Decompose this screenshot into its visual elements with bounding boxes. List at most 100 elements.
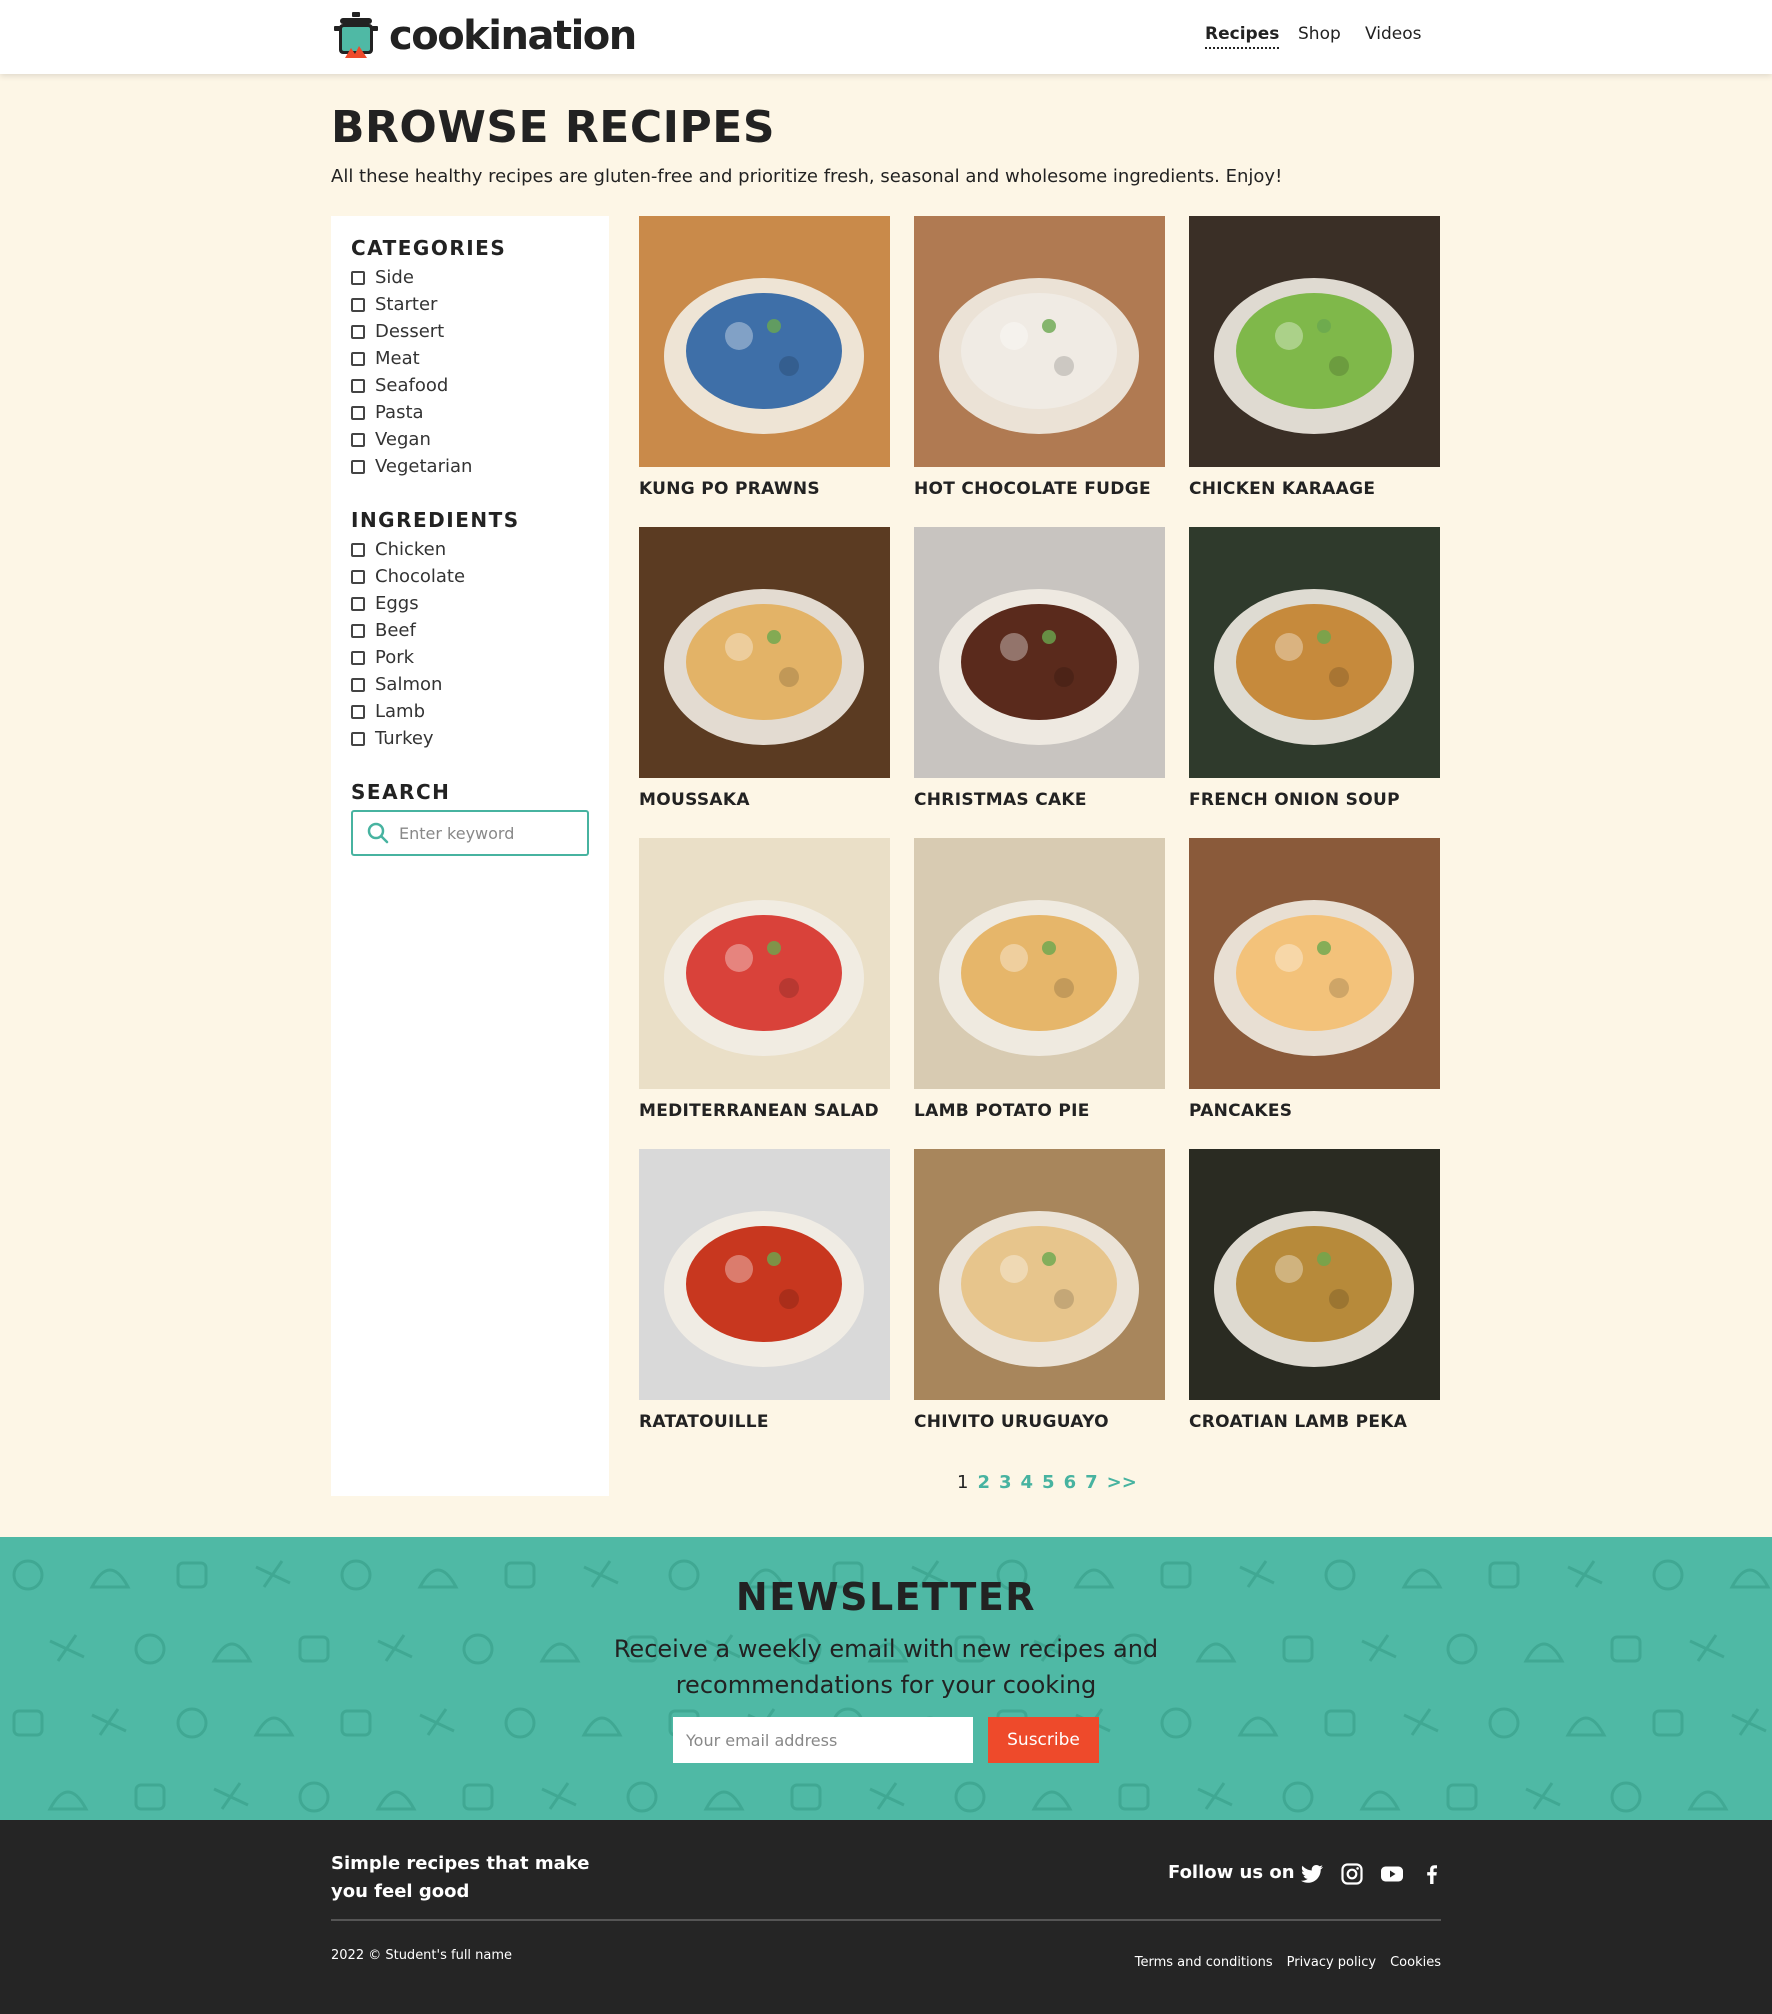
recipe-image[interactable] <box>1189 527 1440 778</box>
recipe-card[interactable]: CHIVITO URUGUAYO <box>914 1149 1165 1460</box>
recipe-title[interactable]: CHRISTMAS CAKE <box>914 790 1165 810</box>
recipe-title[interactable]: KUNG PO PRAWNS <box>639 479 890 499</box>
checkbox[interactable] <box>351 324 365 339</box>
page-link-1[interactable]: 1 <box>957 1472 968 1493</box>
instagram-icon[interactable] <box>1340 1862 1364 1886</box>
checkbox[interactable] <box>351 542 365 557</box>
recipe-title[interactable]: CHIVITO URUGUAYO <box>914 1412 1165 1432</box>
email-input[interactable] <box>673 1717 973 1763</box>
logo[interactable]: cookination <box>331 10 637 62</box>
recipe-title[interactable]: CROATIAN LAMB PEKA <box>1189 1412 1440 1432</box>
doodle-shape <box>626 1781 658 1813</box>
recipe-image[interactable] <box>914 527 1165 778</box>
page-link-7[interactable]: 7 <box>1085 1472 1098 1493</box>
doodle-shape <box>1525 1782 1561 1810</box>
checkbox[interactable] <box>351 459 365 474</box>
checkbox-label: Chocolate <box>375 566 466 587</box>
checkbox[interactable] <box>351 351 365 366</box>
checkbox[interactable] <box>351 677 365 692</box>
privacy-link[interactable]: Privacy policy <box>1287 1955 1376 1970</box>
category-vegetarian[interactable]: Vegetarian <box>351 453 589 480</box>
search-input[interactable] <box>399 823 569 843</box>
ingredient-turkey[interactable]: Turkey <box>351 725 589 752</box>
recipe-card[interactable]: RATATOUILLE <box>639 1149 890 1460</box>
page-link-5[interactable]: 5 <box>1042 1472 1055 1493</box>
recipe-card[interactable]: CROATIAN LAMB PEKA <box>1189 1149 1440 1460</box>
recipe-image[interactable] <box>639 216 890 467</box>
recipe-image[interactable] <box>914 216 1165 467</box>
category-seafood[interactable]: Seafood <box>351 372 589 399</box>
checkbox[interactable] <box>351 432 365 447</box>
twitter-icon[interactable] <box>1300 1862 1324 1886</box>
recipe-card[interactable]: LAMB POTATO PIE <box>914 838 1165 1149</box>
checkbox[interactable] <box>351 650 365 665</box>
checkbox[interactable] <box>351 297 365 312</box>
page-link-4[interactable]: 4 <box>1021 1472 1034 1493</box>
category-meat[interactable]: Meat <box>351 345 589 372</box>
recipe-title[interactable]: MEDITERRANEAN SALAD <box>639 1101 890 1121</box>
category-pasta[interactable]: Pasta <box>351 399 589 426</box>
recipe-image[interactable] <box>914 838 1165 1089</box>
recipe-image[interactable] <box>639 527 890 778</box>
cookies-link[interactable]: Cookies <box>1390 1955 1441 1970</box>
ingredient-chocolate[interactable]: Chocolate <box>351 563 589 590</box>
ingredient-eggs[interactable]: Eggs <box>351 590 589 617</box>
checkbox[interactable] <box>351 623 365 638</box>
doodle-shape <box>176 1707 208 1739</box>
recipe-title[interactable]: MOUSSAKA <box>639 790 890 810</box>
checkbox[interactable] <box>351 596 365 611</box>
doodle-shape <box>1195 1642 1237 1663</box>
next-page-link[interactable]: >> <box>1107 1472 1137 1493</box>
checkbox-label: Pasta <box>375 402 424 423</box>
doodle-shape <box>1446 1633 1478 1665</box>
ingredient-lamb[interactable]: Lamb <box>351 698 589 725</box>
recipe-image[interactable] <box>1189 216 1440 467</box>
checkbox[interactable] <box>351 704 365 719</box>
category-dessert[interactable]: Dessert <box>351 318 589 345</box>
recipe-title[interactable]: PANCAKES <box>1189 1101 1440 1121</box>
recipe-card[interactable]: KUNG PO PRAWNS <box>639 216 890 527</box>
ingredient-pork[interactable]: Pork <box>351 644 589 671</box>
recipe-title[interactable]: HOT CHOCOLATE FUDGE <box>914 479 1165 499</box>
ingredient-beef[interactable]: Beef <box>351 617 589 644</box>
recipe-card[interactable]: FRENCH ONION SOUP <box>1189 527 1440 838</box>
terms-link[interactable]: Terms and conditions <box>1135 1955 1273 1970</box>
youtube-icon[interactable] <box>1380 1862 1404 1886</box>
recipe-title[interactable]: FRENCH ONION SOUP <box>1189 790 1440 810</box>
checkbox[interactable] <box>351 270 365 285</box>
category-side[interactable]: Side <box>351 264 589 291</box>
recipe-image[interactable] <box>1189 838 1440 1089</box>
recipe-card[interactable]: CHRISTMAS CAKE <box>914 527 1165 838</box>
recipe-image[interactable] <box>1189 1149 1440 1400</box>
recipe-card[interactable]: PANCAKES <box>1189 838 1440 1149</box>
page-link-3[interactable]: 3 <box>999 1472 1012 1493</box>
recipe-title[interactable]: RATATOUILLE <box>639 1412 890 1432</box>
checkbox[interactable] <box>351 569 365 584</box>
nav-recipes[interactable]: Recipes <box>1205 24 1280 49</box>
recipe-card[interactable]: MOUSSAKA <box>639 527 890 838</box>
recipe-image[interactable] <box>639 838 890 1089</box>
checkbox[interactable] <box>351 378 365 393</box>
page-link-6[interactable]: 6 <box>1064 1472 1077 1493</box>
nav-shop[interactable]: Shop <box>1298 24 1341 44</box>
subscribe-button[interactable]: Suscribe <box>988 1717 1099 1763</box>
recipe-title[interactable]: CHICKEN KARAAGE <box>1189 479 1440 499</box>
recipe-card[interactable]: CHICKEN KARAAGE <box>1189 216 1440 527</box>
checkbox[interactable] <box>351 405 365 420</box>
recipe-card[interactable]: HOT CHOCOLATE FUDGE <box>914 216 1165 527</box>
recipe-image[interactable] <box>639 1149 890 1400</box>
recipe-card[interactable]: MEDITERRANEAN SALAD <box>639 838 890 1149</box>
page-link-2[interactable]: 2 <box>977 1472 990 1493</box>
facebook-icon[interactable] <box>1420 1862 1444 1886</box>
ingredient-chicken[interactable]: Chicken <box>351 536 589 563</box>
search-box[interactable] <box>351 810 589 856</box>
recipe-title[interactable]: LAMB POTATO PIE <box>914 1101 1165 1121</box>
doodle-shape <box>1403 1708 1439 1736</box>
nav-videos[interactable]: Videos <box>1365 24 1422 44</box>
footer-links: Terms and conditions Privacy policy Cook… <box>1135 1955 1441 1970</box>
recipe-image[interactable] <box>914 1149 1165 1400</box>
checkbox[interactable] <box>351 731 365 746</box>
ingredient-salmon[interactable]: Salmon <box>351 671 589 698</box>
category-starter[interactable]: Starter <box>351 291 589 318</box>
category-vegan[interactable]: Vegan <box>351 426 589 453</box>
